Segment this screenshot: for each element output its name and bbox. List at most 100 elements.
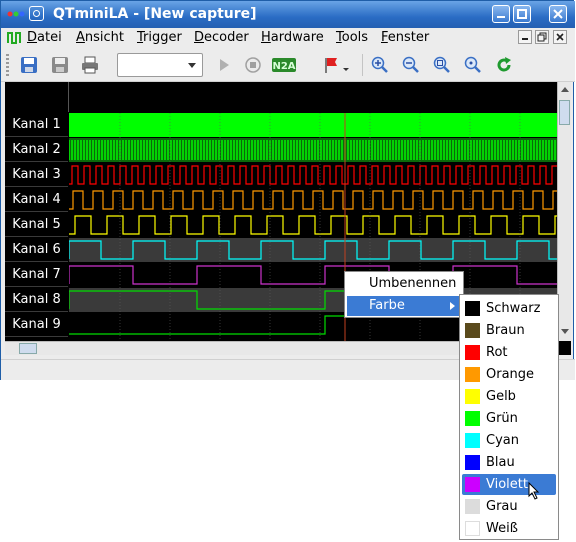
color-swatch-icon <box>465 521 480 536</box>
toolbar-grip[interactable] <box>6 54 9 76</box>
channel-label[interactable]: Kanal 9 <box>5 313 68 337</box>
channel-row-bg <box>69 138 557 162</box>
print-icon[interactable] <box>81 56 99 74</box>
context-menu: Umbenennen Farbe <box>344 271 464 318</box>
color-swatch-icon <box>465 433 480 448</box>
stop-icon[interactable] <box>244 56 262 74</box>
color-item-label: Schwarz <box>486 301 541 316</box>
maximize-icon <box>517 9 527 19</box>
save-icon[interactable] <box>20 56 38 74</box>
color-item-label: Braun <box>486 323 525 338</box>
color-item-label: Blau <box>486 455 515 470</box>
menu-item-umbenennen[interactable]: Umbenennen <box>347 274 461 294</box>
color-item[interactable]: Orange <box>462 364 556 385</box>
color-item[interactable]: Braun <box>462 320 556 341</box>
menu-decoder[interactable]: Decoder <box>194 30 249 45</box>
time-ruler[interactable] <box>69 82 557 112</box>
menu-tools[interactable]: Tools <box>336 30 368 45</box>
color-item-label: Grün <box>486 411 518 426</box>
mouse-cursor-icon <box>528 482 540 500</box>
zoom-in-icon[interactable] <box>371 56 389 74</box>
channel-label[interactable]: Kanal 4 <box>5 188 68 212</box>
restore-icon <box>537 32 547 42</box>
device-combo[interactable] <box>117 53 203 77</box>
color-item-label: Cyan <box>486 433 519 448</box>
color-item[interactable]: Grau <box>462 496 556 517</box>
minimize-icon <box>522 38 528 40</box>
label-header <box>5 82 69 112</box>
scroll-up-icon[interactable] <box>561 87 569 92</box>
color-item-label: Grau <box>486 499 518 514</box>
channel-label[interactable]: Kanal 7 <box>5 263 68 287</box>
color-item[interactable]: Cyan <box>462 430 556 451</box>
vertical-scrollbar[interactable] <box>557 82 571 341</box>
color-item-label: Orange <box>486 367 535 382</box>
toolbar-separator <box>362 54 363 76</box>
play-icon[interactable] <box>215 56 233 74</box>
channel-label[interactable]: Kanal 3 <box>5 163 68 187</box>
waveform-trace <box>69 113 557 137</box>
maximize-button[interactable] <box>513 5 531 23</box>
color-item[interactable]: Violett <box>462 474 556 495</box>
color-submenu: Schwarz Braun Rot Orange Gelb Grün Cyan Blau Vio… <box>459 294 559 540</box>
color-swatch-icon <box>465 499 480 514</box>
vertical-scroll-thumb[interactable] <box>559 100 570 125</box>
channel-row-bg <box>69 213 557 237</box>
app-icon <box>29 6 44 21</box>
color-item-label: Violett <box>486 477 528 492</box>
channel-label[interactable]: Kanal 1 <box>5 113 68 137</box>
submenu-arrow-icon <box>450 302 455 310</box>
menu-trigger[interactable]: Trigger <box>137 30 182 45</box>
color-swatch-icon <box>465 477 480 492</box>
minimize-icon <box>497 16 505 18</box>
window-menu-icon[interactable] <box>7 9 25 19</box>
zoom-out-icon[interactable] <box>402 56 420 74</box>
color-item[interactable]: Gelb <box>462 386 556 407</box>
menu-datei[interactable]: Datei <box>27 30 62 45</box>
close-icon <box>553 9 563 19</box>
color-swatch-icon <box>465 301 480 316</box>
close-icon <box>556 33 564 41</box>
save-as-icon[interactable] <box>51 56 69 74</box>
color-item[interactable]: Grün <box>462 408 556 429</box>
menu-hardware[interactable]: Hardware <box>261 30 324 45</box>
color-swatch-icon <box>465 455 480 470</box>
color-swatch-icon <box>465 367 480 382</box>
close-button[interactable] <box>549 5 567 23</box>
channel-row-bg <box>69 163 557 187</box>
color-item[interactable]: Blau <box>462 452 556 473</box>
zoom-all-icon[interactable] <box>464 56 482 74</box>
color-swatch-icon <box>465 389 480 404</box>
menu-bar: Datei Ansicht Trigger Decoder Hardware T… <box>1 28 575 48</box>
menu-ansicht[interactable]: Ansicht <box>76 30 124 45</box>
horizontal-scroll-thumb[interactable] <box>19 343 37 354</box>
color-swatch-icon <box>465 345 480 360</box>
color-item[interactable]: Schwarz <box>462 298 556 319</box>
color-swatch-icon <box>465 411 480 426</box>
color-item[interactable]: Weiß <box>462 518 556 539</box>
color-item-label: Rot <box>486 345 508 360</box>
scroll-down-icon[interactable] <box>561 329 569 334</box>
channel-label[interactable]: Kanal 8 <box>5 288 68 312</box>
title-bar[interactable]: QTminiLA - [New capture] <box>1 1 575 28</box>
channel-label[interactable]: Kanal 5 <box>5 213 68 237</box>
mdi-restore-button[interactable] <box>535 30 549 44</box>
app-logo-icon <box>7 32 21 44</box>
minimize-button[interactable] <box>492 5 510 23</box>
toolbar: N2A <box>1 48 575 82</box>
n2a-icon[interactable]: N2A <box>272 56 296 74</box>
zoom-fit-icon[interactable] <box>433 56 451 74</box>
color-item-label: Weiß <box>486 521 518 536</box>
svg-text:N2A: N2A <box>272 61 295 72</box>
window-title: QTminiLA - [New capture] <box>53 6 257 22</box>
color-item[interactable]: Rot <box>462 342 556 363</box>
mdi-minimize-button[interactable] <box>518 30 532 44</box>
refresh-icon[interactable] <box>495 56 513 74</box>
mdi-close-button[interactable] <box>553 30 567 44</box>
menu-fenster[interactable]: Fenster <box>381 30 429 45</box>
channel-label[interactable]: Kanal 2 <box>5 138 68 162</box>
flag-icon[interactable] <box>323 56 351 74</box>
channel-label[interactable]: Kanal 6 <box>5 238 68 262</box>
menu-item-farbe[interactable]: Farbe <box>347 296 461 316</box>
color-swatch-icon <box>465 323 480 338</box>
